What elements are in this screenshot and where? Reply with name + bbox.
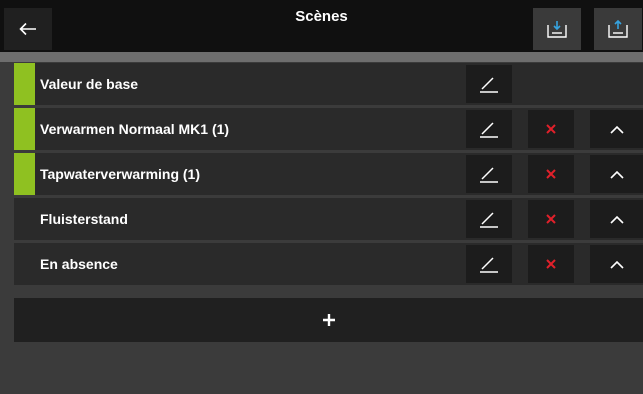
tray-download-icon — [547, 21, 567, 38]
chevron-up-icon — [609, 215, 624, 224]
delete-button[interactable] — [528, 245, 574, 283]
move-up-button[interactable] — [590, 200, 643, 238]
close-icon — [546, 169, 556, 179]
delete-button[interactable] — [528, 155, 574, 193]
bottom-area — [0, 345, 643, 394]
scene-row[interactable]: En absence — [14, 243, 643, 285]
scene-row[interactable]: Verwarmen Normaal MK1 (1) — [14, 108, 643, 150]
active-indicator — [14, 108, 35, 150]
move-up-button[interactable] — [590, 155, 643, 193]
edit-button[interactable] — [466, 65, 512, 103]
pencil-icon — [480, 212, 498, 228]
pencil-icon — [480, 122, 498, 138]
scene-label: Fluisterstand — [40, 211, 128, 227]
scene-list: Valeur de base Verwarmen Normaal MK1 (1) T… — [14, 63, 643, 288]
add-scene-button[interactable] — [14, 298, 643, 342]
chevron-up-icon — [609, 125, 624, 134]
move-up-button[interactable] — [590, 110, 643, 148]
pencil-icon — [480, 167, 498, 183]
close-icon — [546, 214, 556, 224]
close-icon — [546, 124, 556, 134]
scene-row[interactable]: Valeur de base — [14, 63, 643, 105]
scene-label: Valeur de base — [40, 76, 139, 92]
scene-label: Verwarmen Normaal MK1 (1) — [40, 121, 230, 137]
top-bar: Scènes — [0, 0, 643, 52]
delete-button[interactable] — [528, 200, 574, 238]
tray-upload-icon — [608, 19, 628, 38]
close-icon — [546, 259, 556, 269]
plus-icon — [322, 314, 335, 326]
edit-button[interactable] — [466, 200, 512, 238]
pencil-icon — [480, 257, 498, 273]
chevron-up-icon — [609, 260, 624, 269]
edit-button[interactable] — [466, 155, 512, 193]
edit-button[interactable] — [466, 245, 512, 283]
pencil-icon — [480, 77, 498, 93]
scene-label: En absence — [40, 256, 118, 272]
move-up-button[interactable] — [590, 245, 643, 283]
active-indicator — [14, 153, 35, 195]
export-button[interactable] — [594, 8, 642, 50]
import-button[interactable] — [533, 8, 581, 50]
active-indicator — [14, 63, 35, 105]
edit-button[interactable] — [466, 110, 512, 148]
header-separator — [0, 52, 643, 62]
scene-row[interactable]: Tapwaterverwarming (1) — [14, 153, 643, 195]
scene-label: Tapwaterverwarming (1) — [40, 166, 201, 182]
chevron-up-icon — [609, 170, 624, 179]
delete-button[interactable] — [528, 110, 574, 148]
scene-row[interactable]: Fluisterstand — [14, 198, 643, 240]
